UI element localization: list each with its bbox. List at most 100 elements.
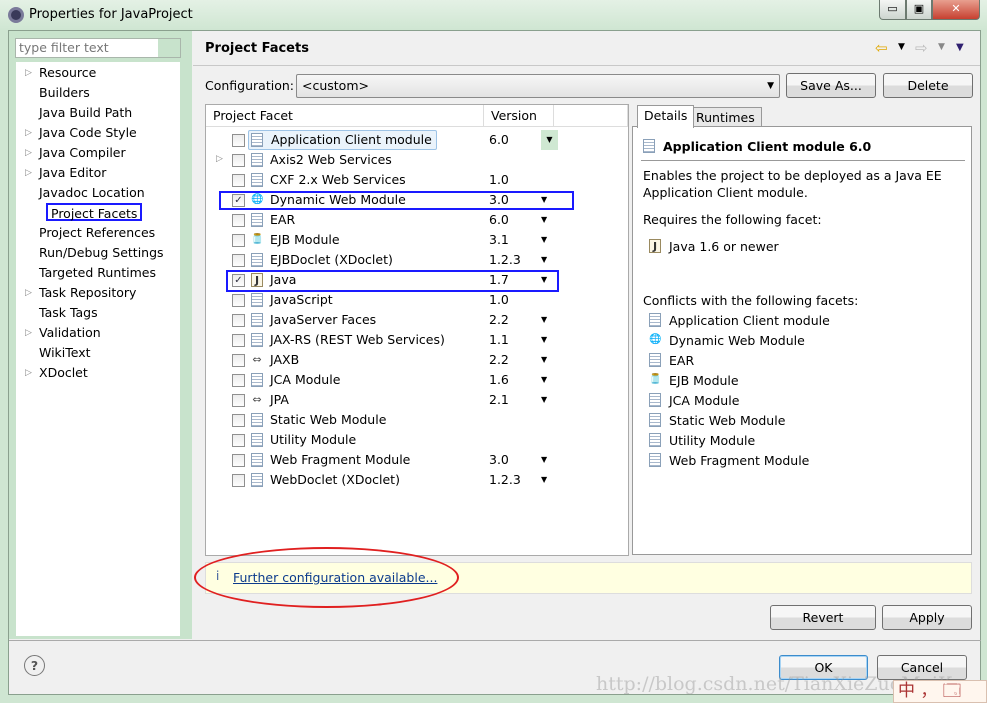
facet-version[interactable]: 2.2 <box>489 350 509 370</box>
version-dropdown-icon[interactable]: ▼ <box>541 390 547 410</box>
table-row[interactable]: JAX-RS (REST Web Services) 1.1 ▼ <box>206 330 626 350</box>
version-dropdown-icon[interactable]: ▼ <box>541 370 547 390</box>
expand-arrow-icon[interactable]: ▷ <box>25 284 32 302</box>
back-arrow-icon[interactable]: ⇦ <box>875 39 888 57</box>
facet-version[interactable]: 1.2.3 <box>489 250 521 270</box>
ime-toolbar[interactable]: 中 ， 🗔 <box>893 680 987 703</box>
expand-arrow-icon[interactable]: ▷ <box>25 124 32 142</box>
facet-version[interactable]: 1.0 <box>489 170 509 190</box>
expand-arrow-icon[interactable]: ▷ <box>25 64 32 82</box>
table-row[interactable]: EJBDoclet (XDoclet) 1.2.3 ▼ <box>206 250 626 270</box>
version-dropdown-icon[interactable]: ▼ <box>541 350 547 370</box>
version-dropdown-icon[interactable]: ▼ <box>541 330 547 350</box>
facet-checkbox[interactable] <box>232 314 245 327</box>
sidebar-item[interactable]: Project References <box>39 224 155 242</box>
facet-version[interactable]: 1.6 <box>489 370 509 390</box>
save-as-button[interactable]: Save As... <box>786 73 876 98</box>
facet-checkbox[interactable] <box>232 414 245 427</box>
facet-checkbox[interactable] <box>232 134 245 147</box>
facet-checkbox[interactable] <box>232 334 245 347</box>
facet-version[interactable]: 1.0 <box>489 290 509 310</box>
expand-arrow-icon[interactable]: ▷ <box>25 144 32 162</box>
table-row[interactable]: ▷ Axis2 Web Services <box>206 150 626 170</box>
version-dropdown-icon[interactable]: ▼ <box>541 130 558 150</box>
configuration-select[interactable]: <custom> ▼ <box>296 74 780 98</box>
expand-arrow-icon[interactable]: ▷ <box>25 364 32 382</box>
sidebar-item[interactable]: Project Facets <box>46 203 143 221</box>
view-menu-icon[interactable]: ▼ <box>956 42 964 53</box>
version-dropdown-icon[interactable]: ▼ <box>541 250 547 270</box>
facet-version[interactable]: 1.2.3 <box>489 470 521 490</box>
facet-checkbox[interactable] <box>232 214 245 227</box>
sidebar-item[interactable]: Javadoc Location <box>39 184 145 202</box>
facet-version[interactable]: 2.2 <box>489 310 509 330</box>
sidebar-item[interactable]: Task Tags <box>39 304 98 322</box>
sidebar-item[interactable]: Run/Debug Settings <box>39 244 164 262</box>
sidebar-item[interactable]: Java Editor <box>39 164 106 182</box>
sidebar-item[interactable]: WikiText <box>39 344 91 362</box>
facet-version[interactable]: 1.1 <box>489 330 509 350</box>
table-row[interactable]: Utility Module <box>206 430 626 450</box>
facet-checkbox[interactable] <box>232 254 245 267</box>
facet-version[interactable]: 3.1 <box>489 230 509 250</box>
sidebar-item[interactable]: Java Build Path <box>39 104 132 122</box>
sidebar-item[interactable]: Task Repository <box>39 284 136 302</box>
table-row[interactable]: Static Web Module <box>206 410 626 430</box>
facet-version[interactable]: 6.0 <box>489 210 509 230</box>
clear-filter-icon[interactable] <box>158 39 180 57</box>
version-dropdown-icon[interactable]: ▼ <box>541 310 547 330</box>
maximize-button[interactable]: ▣ <box>906 0 932 20</box>
facet-version[interactable]: 6.0 <box>489 130 509 150</box>
sidebar-item[interactable]: Builders <box>39 84 90 102</box>
facet-checkbox[interactable] <box>232 234 245 247</box>
minimize-button[interactable]: ▭ <box>879 0 906 20</box>
facet-version[interactable]: 3.0 <box>489 450 509 470</box>
facet-checkbox[interactable] <box>232 374 245 387</box>
facet-checkbox[interactable] <box>232 154 245 167</box>
facet-checkbox[interactable] <box>232 474 245 487</box>
expand-arrow-icon[interactable]: ▷ <box>216 150 223 168</box>
help-icon[interactable]: ? <box>24 655 45 676</box>
facet-checkbox[interactable] <box>232 434 245 447</box>
version-dropdown-icon[interactable]: ▼ <box>541 450 547 470</box>
sidebar-item[interactable]: Validation <box>39 324 101 342</box>
version-dropdown-icon[interactable]: ▼ <box>541 210 547 230</box>
table-row[interactable]: CXF 2.x Web Services 1.0 <box>206 170 626 190</box>
facet-checkbox[interactable] <box>232 174 245 187</box>
table-row[interactable]: JCA Module 1.6 ▼ <box>206 370 626 390</box>
table-row[interactable]: WebDoclet (XDoclet) 1.2.3 ▼ <box>206 470 626 490</box>
facet-version[interactable]: 2.1 <box>489 390 509 410</box>
table-row[interactable]: EJB Module 🫙 3.1 ▼ <box>206 230 626 250</box>
sidebar-item[interactable]: Java Compiler <box>39 144 126 162</box>
table-row[interactable]: JAXB ⇔ 2.2 ▼ <box>206 350 626 370</box>
table-row[interactable]: EAR 6.0 ▼ <box>206 210 626 230</box>
facet-checkbox[interactable] <box>232 454 245 467</box>
tab-details[interactable]: Details <box>637 105 695 128</box>
expand-arrow-icon[interactable]: ▷ <box>25 324 32 342</box>
sidebar-item[interactable]: Targeted Runtimes <box>39 264 156 282</box>
version-dropdown-icon[interactable]: ▼ <box>541 470 547 490</box>
column-header-version[interactable]: Version <box>484 105 554 127</box>
sidebar-item[interactable]: XDoclet <box>39 364 88 382</box>
delete-button[interactable]: Delete <box>883 73 973 98</box>
revert-button[interactable]: Revert <box>770 605 876 630</box>
back-menu-icon[interactable]: ▼ <box>898 42 905 52</box>
sidebar-item[interactable]: Resource <box>39 64 96 82</box>
table-row[interactable]: JavaServer Faces 2.2 ▼ <box>206 310 626 330</box>
table-row[interactable]: Web Fragment Module 3.0 ▼ <box>206 450 626 470</box>
facet-checkbox[interactable] <box>232 354 245 367</box>
table-row[interactable]: JPA ⇔ 2.1 ▼ <box>206 390 626 410</box>
close-button[interactable]: ✕ <box>932 0 980 20</box>
facet-checkbox[interactable] <box>232 294 245 307</box>
version-dropdown-icon[interactable]: ▼ <box>541 230 547 250</box>
column-header-facet[interactable]: Project Facet <box>206 105 484 127</box>
sidebar-item[interactable]: Java Code Style <box>39 124 137 142</box>
apply-button[interactable]: Apply <box>882 605 972 630</box>
expand-arrow-icon[interactable]: ▷ <box>25 164 32 182</box>
facet-checkbox[interactable] <box>232 394 245 407</box>
table-row[interactable]: Application Client module 6.0 ▼ <box>206 130 626 150</box>
forward-arrow-icon[interactable]: ⇨ <box>915 39 928 57</box>
forward-menu-icon[interactable]: ▼ <box>938 42 945 52</box>
table-row[interactable]: JavaScript 1.0 <box>206 290 626 310</box>
filter-input[interactable]: type filter text <box>15 38 181 58</box>
